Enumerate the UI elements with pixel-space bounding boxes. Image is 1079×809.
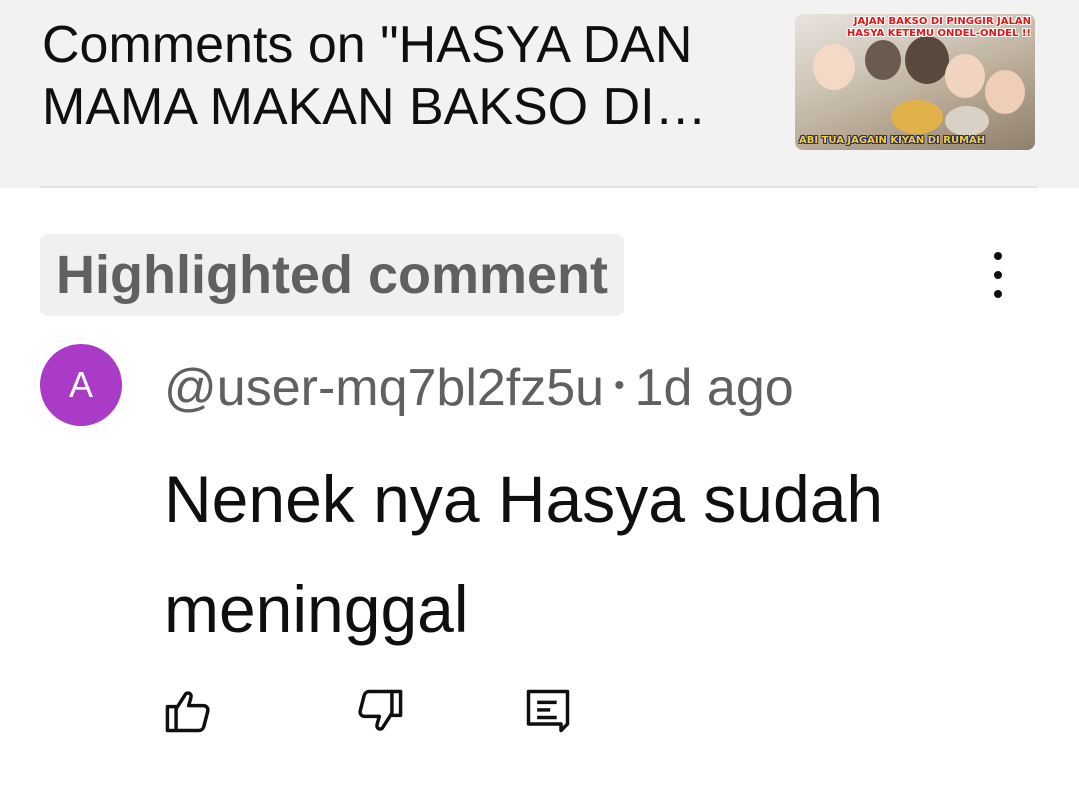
more-vertical-icon[interactable] xyxy=(976,252,1020,298)
avatar[interactable]: A xyxy=(40,344,122,426)
dislike-button[interactable] xyxy=(350,682,410,740)
thumbnail-caption-2: HASYA KETEMU ONDEL-ONDEL !! xyxy=(846,28,1031,39)
thumbs-down-icon xyxy=(358,689,403,731)
comment-text: Nenek nya Hasya sudah meninggal xyxy=(164,462,884,646)
thumbnail-caption-1: JAJAN BAKSO DI PINGGIR JALAN xyxy=(853,16,1031,27)
comments-header: Comments on "HASYA DAN MAMA MAKAN BAKSO … xyxy=(0,0,1079,188)
reply-comment-icon xyxy=(526,689,570,733)
thumbs-up-icon xyxy=(165,691,210,733)
comment-time: 1d ago xyxy=(634,359,794,417)
video-thumbnail[interactable]: JAJAN BAKSO DI PINGGIR JALAN HASYA KETEM… xyxy=(795,14,1035,150)
header-divider xyxy=(40,186,1038,188)
reply-button[interactable] xyxy=(518,682,578,740)
meta-separator: • xyxy=(614,369,625,402)
page-title: Comments on "HASYA DAN MAMA MAKAN BAKSO … xyxy=(42,16,693,136)
highlighted-comment-badge: Highlighted comment xyxy=(40,234,624,316)
comment-meta: @user-mq7bl2fz5u • 1d ago xyxy=(164,354,794,420)
like-button[interactable] xyxy=(158,682,218,740)
comment-author[interactable]: @user-mq7bl2fz5u xyxy=(164,359,604,417)
thumbnail-caption-3: ABI TUA JAGAIN KIYAN DI RUMAH xyxy=(799,135,986,146)
